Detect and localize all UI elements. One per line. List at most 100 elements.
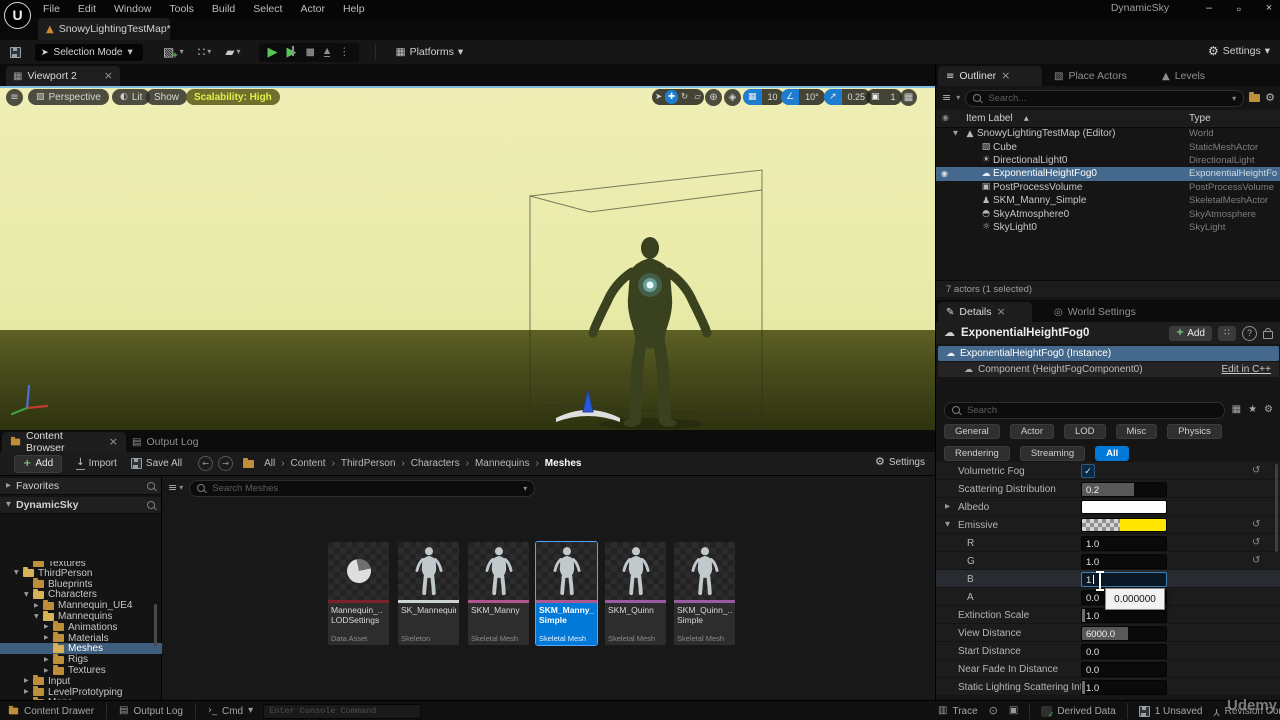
asset-mannequin-lodsettings[interactable]: Mannequin_.. LODSettings Data Asset (328, 542, 389, 645)
back-button[interactable] (198, 456, 213, 471)
color-swatch[interactable] (1081, 500, 1167, 514)
property-row-r[interactable]: R1.0 (936, 534, 1280, 552)
property-row-emissive[interactable]: Emissive (936, 516, 1280, 534)
expander-icon[interactable] (6, 501, 11, 509)
help-icon[interactable]: ? (1242, 326, 1257, 341)
asset-skm-quinn[interactable]: SKM_Quinn Skeletal Mesh (605, 542, 666, 645)
expander-icon[interactable] (34, 603, 43, 609)
component-row[interactable]: Component (HeightFogComponent0) Edit in … (938, 362, 1279, 377)
outliner-row-skylight0[interactable]: SkyLight0 SkyLight (936, 221, 1280, 234)
scrollbar[interactable] (154, 604, 157, 646)
content-drawer-button[interactable]: Content Drawer (8, 706, 94, 717)
search-input[interactable] (986, 92, 1227, 105)
folder-characters[interactable]: Characters (0, 589, 185, 600)
tab-content-browser[interactable]: Content Browser (2, 432, 126, 452)
property-row-static-lighting-scattering-intensi[interactable]: Static Lighting Scattering Intensi..1.0 (936, 678, 1280, 696)
grid-snap-control[interactable]: 10 (743, 89, 784, 105)
number-field[interactable]: 0.0 (1081, 644, 1167, 659)
expander-icon[interactable] (24, 689, 33, 695)
tab-world-settings[interactable]: World Settings (1046, 302, 1144, 322)
checkbox[interactable] (1081, 464, 1095, 478)
viewport-3d[interactable]: Perspective Lit Show Scalability: High 1… (0, 86, 935, 430)
stop-icon[interactable] (306, 47, 315, 58)
property-row-g[interactable]: G1.0 (936, 552, 1280, 570)
menu-tools[interactable]: Tools (160, 3, 203, 15)
filter-icon[interactable] (942, 92, 951, 104)
reset-to-default-icon[interactable] (1252, 556, 1260, 566)
breadcrumb-mannequins[interactable]: Mannequins (475, 458, 529, 469)
favorites-section[interactable]: Favorites (0, 478, 161, 495)
tab-viewport[interactable]: Viewport 2 (6, 66, 120, 86)
tab-levels[interactable]: Levels (1154, 66, 1213, 86)
menu-build[interactable]: Build (203, 3, 244, 15)
chevron-down-icon[interactable] (956, 94, 960, 102)
scale-snap-control[interactable]: 0.25 (824, 89, 871, 105)
expander-icon[interactable] (44, 657, 53, 663)
console-command-input[interactable] (263, 704, 421, 719)
selection-mode-dropdown[interactable]: Selection Mode (35, 44, 143, 61)
gear-icon[interactable] (1265, 92, 1275, 104)
asset-skm-manny[interactable]: SKM_Manny Skeletal Mesh (468, 542, 529, 645)
gear-icon[interactable] (1264, 405, 1273, 415)
play-icon[interactable] (268, 46, 278, 59)
number-field[interactable]: 1.0 (1081, 680, 1167, 695)
expander-icon[interactable] (24, 678, 33, 684)
unsaved-button[interactable]: 1 Unsaved (1139, 706, 1203, 717)
derived-data-button[interactable]: Derived Data (1041, 706, 1115, 717)
expander-icon[interactable] (14, 570, 23, 576)
maximize-viewport-button[interactable] (900, 89, 917, 106)
menu-window[interactable]: Window (105, 3, 160, 15)
blueprints-button[interactable] (198, 46, 212, 58)
surface-snap-toggle[interactable] (724, 89, 741, 106)
expander-icon[interactable] (34, 614, 43, 620)
new-folder-icon[interactable] (1249, 94, 1260, 102)
text-field-editing[interactable]: 1 (1081, 572, 1167, 587)
rotation-snap-control[interactable]: 10° (781, 89, 825, 105)
add-button[interactable]: Add (14, 455, 62, 473)
world-space-toggle[interactable] (705, 89, 722, 106)
unreal-logo[interactable]: U (4, 2, 31, 29)
tab-level[interactable]: SnowyLightingTestMap* (38, 18, 170, 40)
platforms-dropdown[interactable]: Platforms (396, 46, 464, 58)
property-row-view-distance[interactable]: View Distance6000.0 (936, 624, 1280, 642)
trace-button[interactable]: Trace (938, 706, 978, 717)
color-swatch[interactable] (1081, 518, 1167, 532)
number-field[interactable]: 1.0 (1081, 554, 1167, 569)
save-all-button[interactable]: Save All (131, 458, 182, 469)
property-row-albedo[interactable]: Albedo (936, 498, 1280, 516)
scrollbar[interactable] (1275, 464, 1278, 552)
category-all[interactable]: All (1095, 446, 1129, 461)
settings-dropdown[interactable]: Settings (1208, 45, 1270, 58)
add-component-button[interactable]: Add (1169, 326, 1212, 341)
breadcrumb-characters[interactable]: Characters (411, 458, 460, 469)
outliner-row-directionallight0[interactable]: DirectionalLight0 DirectionalLight (936, 154, 1280, 167)
property-row-b[interactable]: B1 (936, 570, 1280, 588)
save-icon[interactable] (10, 47, 21, 58)
outliner-search-input[interactable] (965, 90, 1244, 107)
category-misc[interactable]: Misc (1116, 424, 1158, 439)
details-search-input[interactable] (944, 402, 1225, 419)
menu-select[interactable]: Select (244, 3, 291, 15)
close-icon[interactable] (109, 436, 118, 448)
chevron-down-icon[interactable] (1232, 93, 1236, 104)
property-row-near-fade-in-distance[interactable]: Near Fade In Distance0.0 (936, 660, 1280, 678)
breadcrumb-thirdperson[interactable]: ThirdPerson (341, 458, 395, 469)
visibility-eye-icon[interactable] (941, 170, 953, 178)
category-lod[interactable]: LOD (1064, 424, 1106, 439)
expander-icon[interactable] (6, 482, 11, 490)
outliner-row-cube[interactable]: Cube StaticMeshActor (936, 140, 1280, 153)
folder-input[interactable]: Input (0, 676, 185, 687)
expander-icon[interactable] (945, 521, 950, 529)
instance-row[interactable]: ExponentialHeightFog0 (Instance) (938, 346, 1279, 361)
category-physics[interactable]: Physics (1167, 424, 1222, 439)
folder-blueprints[interactable]: Blueprints (0, 579, 185, 590)
tab-output-log[interactable]: Output Log (124, 432, 206, 452)
display-options-icon[interactable] (1232, 405, 1241, 415)
menu-edit[interactable]: Edit (69, 3, 105, 15)
add-actor-button[interactable]: + (163, 44, 184, 60)
edit-in-cpp-link[interactable]: Edit in C++ (1222, 364, 1271, 375)
outliner-row-postprocessvolume[interactable]: PostProcessVolume PostProcessVolume (936, 181, 1280, 194)
lock-icon[interactable] (1263, 331, 1273, 339)
menu-file[interactable]: File (34, 3, 69, 15)
scale-tool-icon[interactable] (691, 90, 704, 104)
